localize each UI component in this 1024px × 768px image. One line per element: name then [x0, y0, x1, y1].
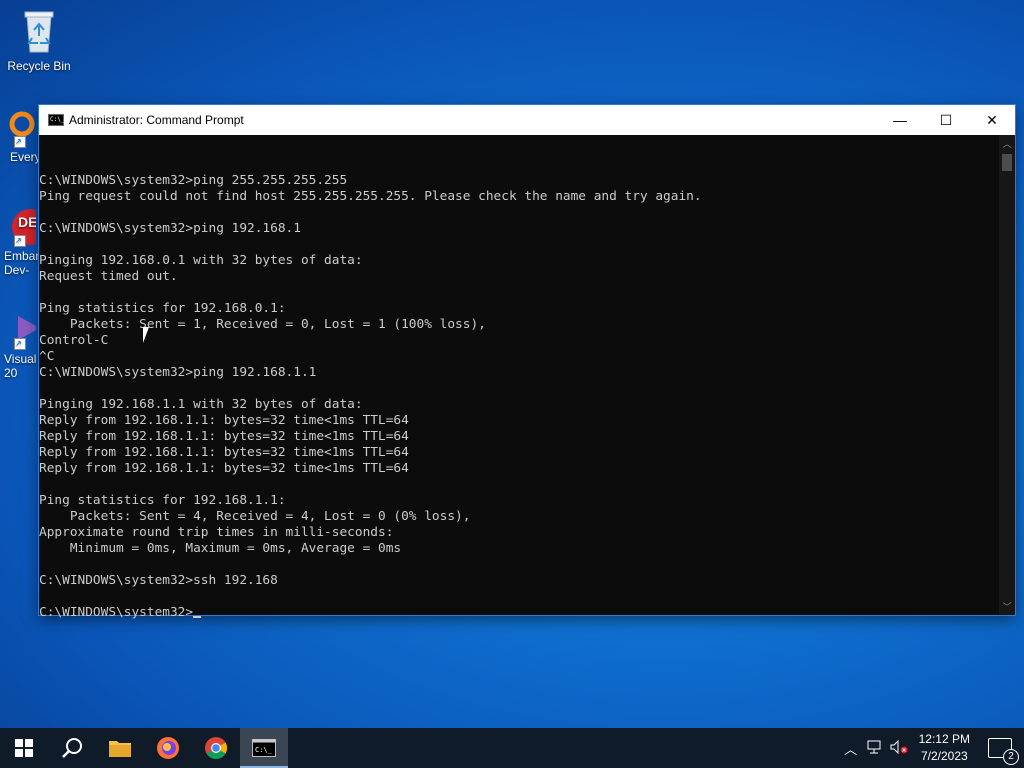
window-titlebar[interactable]: C:\_ Administrator: Command Prompt — ☐ ✕: [39, 105, 1015, 135]
console-line: C:\WINDOWS\system32>ping 192.168.1.1: [39, 365, 317, 380]
console-line: Control-C: [39, 333, 109, 348]
start-button[interactable]: [0, 728, 48, 768]
clock[interactable]: 12:12 PM 7/2/2023: [919, 731, 970, 765]
command-prompt-icon: C:\_: [252, 739, 276, 757]
search-button[interactable]: [48, 728, 96, 768]
taskbar-command-prompt[interactable]: C:\_: [240, 728, 288, 768]
action-center-button[interactable]: 2: [988, 738, 1019, 765]
network-icon[interactable]: [863, 740, 887, 757]
volume-muted-icon[interactable]: [887, 739, 911, 757]
maximize-button[interactable]: ☐: [923, 105, 969, 135]
scroll-up-arrow-icon[interactable]: ︿: [999, 137, 1015, 150]
windows-logo-icon: [15, 739, 33, 757]
console-line: C:\WINDOWS\system32>: [39, 605, 999, 621]
svg-text:C:\_: C:\_: [255, 746, 273, 754]
text-cursor: [193, 616, 202, 618]
taskbar: C:\_ ︿ 12:12 PM 7/2/2023 2: [0, 728, 1024, 768]
desktop-icon-embarcadero[interactable]: DE ↗ Embar Dev-: [0, 207, 48, 277]
embarcadero-label: Embar Dev-: [4, 249, 40, 277]
console-line: C:\WINDOWS\system32>ping 192.168.1: [39, 221, 301, 236]
console-line: C:\WINDOWS\system32>ssh 192.168: [39, 573, 278, 588]
console-line: ^C: [39, 349, 55, 364]
console-output[interactable]: C:\WINDOWS\system32>ping 255.255.255.255…: [39, 135, 999, 620]
console-line: Minimum = 0ms, Maximum = 0ms, Average = …: [39, 541, 402, 556]
minimize-button[interactable]: —: [877, 105, 923, 135]
system-tray: ︿ 12:12 PM 7/2/2023 2: [839, 728, 1024, 768]
desktop-icon-everything[interactable]: ↗ Every: [0, 110, 41, 164]
file-explorer-icon: [109, 741, 131, 757]
vertical-scrollbar[interactable]: ︿ ﹀: [999, 135, 1015, 615]
console-line: Packets: Sent = 1, Received = 0, Lost = …: [39, 317, 486, 332]
shortcut-arrow-icon: ↗: [14, 235, 26, 247]
recycle-bin-icon: [24, 11, 54, 53]
console-line: Reply from 192.168.1.1: bytes=32 time<1m…: [39, 461, 409, 476]
command-prompt-window[interactable]: C:\_ Administrator: Command Prompt — ☐ ✕…: [39, 105, 1015, 620]
chrome-icon: [205, 737, 227, 759]
console-line: Packets: Sent = 4, Received = 4, Lost = …: [39, 509, 471, 524]
search-icon: [62, 738, 82, 758]
window-title: Administrator: Command Prompt: [69, 113, 244, 127]
console-line: C:\WINDOWS\system32>ping 255.255.255.255: [39, 173, 348, 188]
console-line: Reply from 192.168.1.1: bytes=32 time<1m…: [39, 413, 409, 428]
command-prompt-icon: C:\_: [48, 114, 64, 126]
visual-studio-label: Visual 20: [4, 352, 37, 380]
console-line: Reply from 192.168.1.1: bytes=32 time<1m…: [39, 429, 409, 444]
firefox-icon: [157, 737, 179, 759]
console-line: Ping statistics for 192.168.0.1:: [39, 301, 286, 316]
console-line: Ping statistics for 192.168.1.1:: [39, 493, 286, 508]
desktop-icon-recycle-bin[interactable]: Recycle Bin: [4, 8, 74, 73]
taskbar-firefox[interactable]: [144, 728, 192, 768]
mouse-pointer-icon: [143, 327, 149, 343]
svg-text:DE: DE: [18, 214, 36, 230]
console-line: Reply from 192.168.1.1: bytes=32 time<1m…: [39, 445, 409, 460]
recycle-bin-label: Recycle Bin: [7, 59, 71, 73]
console-line: Approximate round trip times in milli-se…: [39, 525, 394, 540]
shortcut-arrow-icon: ↗: [14, 136, 26, 148]
shortcut-arrow-icon: ↗: [14, 338, 26, 350]
clock-date: 7/2/2023: [920, 749, 968, 763]
scrollbar-thumb[interactable]: [1002, 154, 1012, 171]
console-line: Ping request could not find host 255.255…: [39, 189, 702, 204]
notification-count-badge: 2: [1003, 749, 1019, 765]
console-line: Request timed out.: [39, 269, 178, 284]
clock-time: 12:12 PM: [918, 732, 970, 746]
taskbar-chrome[interactable]: [192, 728, 240, 768]
desktop-icon-visual-studio[interactable]: ↗ Visual 20: [0, 310, 40, 380]
console-line: Pinging 192.168.1.1 with 32 bytes of dat…: [39, 397, 363, 412]
scroll-down-arrow-icon[interactable]: ﹀: [999, 600, 1015, 613]
console-line: Pinging 192.168.0.1 with 32 bytes of dat…: [39, 253, 363, 268]
taskbar-file-explorer[interactable]: [96, 728, 144, 768]
close-button[interactable]: ✕: [969, 105, 1015, 135]
show-hidden-icons-chevron-icon[interactable]: ︿: [839, 739, 863, 758]
everything-label: Every: [10, 150, 41, 164]
